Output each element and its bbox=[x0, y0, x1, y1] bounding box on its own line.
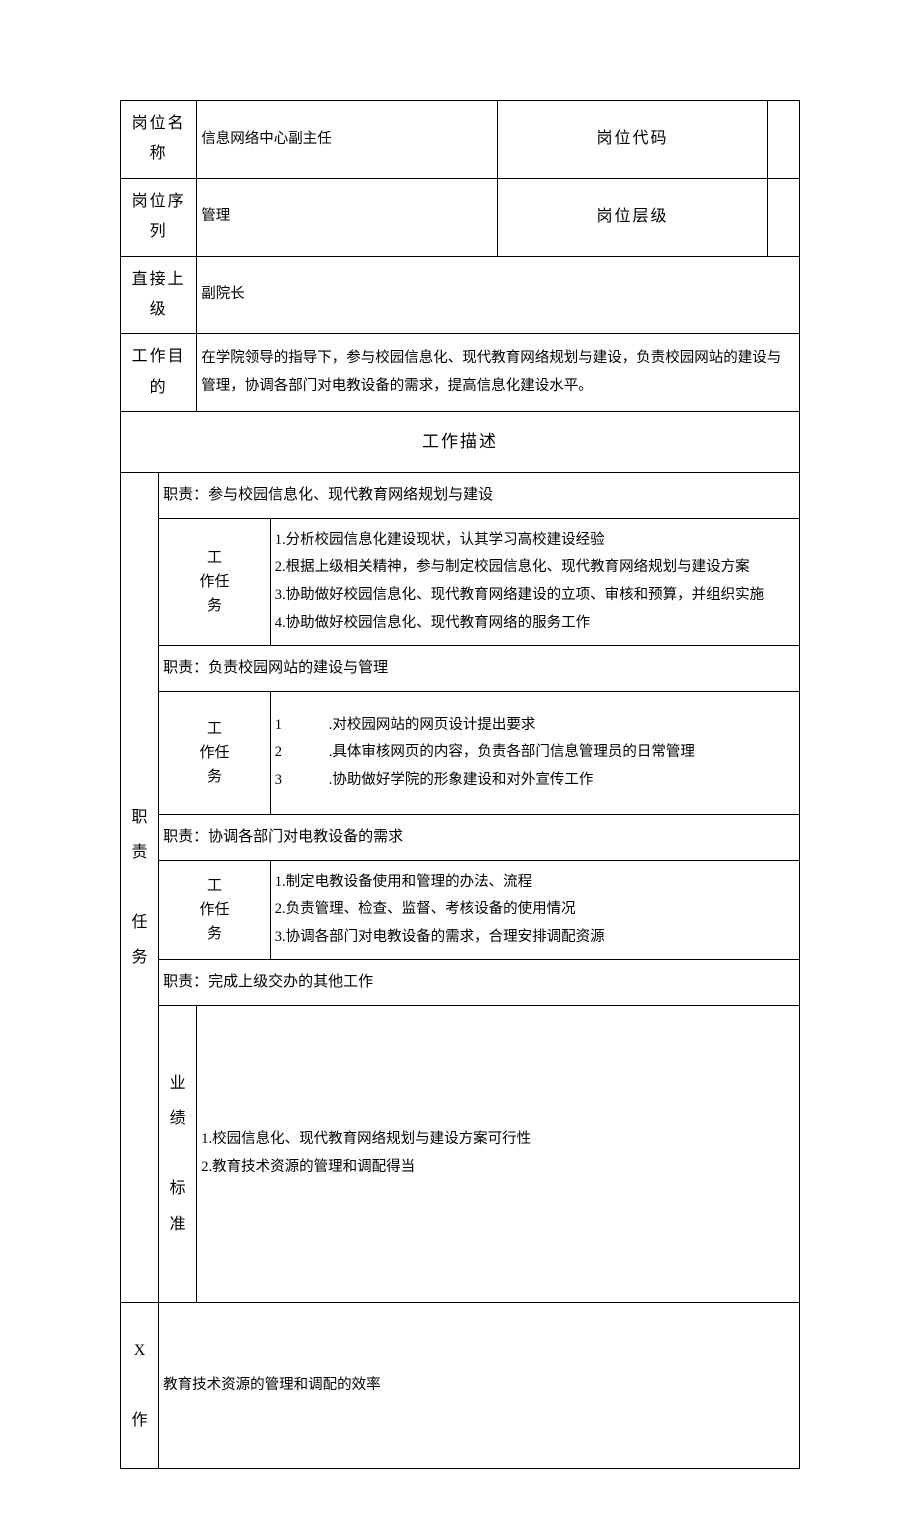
position-level-value bbox=[767, 178, 799, 256]
duties-tasks-label: 职责 任务 bbox=[121, 473, 159, 1302]
task-group-label-1: 工 作任 务 bbox=[159, 518, 271, 645]
supervisor-value: 副院长 bbox=[197, 256, 800, 334]
job-description-section-header: 工作描述 bbox=[121, 412, 800, 473]
position-code-value bbox=[767, 101, 799, 179]
purpose-value: 在学院领导的指导下，参与校园信息化、现代教育网络规划与建设，负责校园网站的建设与… bbox=[197, 334, 800, 412]
duty-3-tasks: 1.制定电教设备使用和管理的办法、流程 2.负责管理、检查、监督、考核设备的使用… bbox=[270, 860, 799, 960]
duty-2-tasks: 1.对校园网站的网页设计提出要求 2.具体审核网页的内容，负责各部门信息管理员的… bbox=[270, 691, 799, 815]
performance-items: 1.校园信息化、现代教育网络规划与建设方案可行性 2.教育技术资源的管理和调配得… bbox=[197, 1005, 800, 1302]
duty-1-title: 职责：参与校园信息化、现代教育网络规划与建设 bbox=[159, 473, 800, 519]
purpose-label: 工作目的 bbox=[121, 334, 197, 412]
x-section-label: X 作 bbox=[121, 1302, 159, 1469]
performance-label: 业绩 标准 bbox=[159, 1005, 197, 1302]
position-level-label: 岗位层级 bbox=[498, 178, 767, 256]
task-group-label-2: 工 作任 务 bbox=[159, 691, 271, 815]
job-description-table: 岗位名称 信息网络中心副主任 岗位代码 岗位序列 管理 岗位层级 直接上级 副院… bbox=[120, 100, 800, 1469]
position-series-value: 管理 bbox=[197, 178, 498, 256]
x-section-value: 教育技术资源的管理和调配的效率 bbox=[159, 1302, 800, 1469]
duty-3-title: 职责：协调各部门对电教设备的需求 bbox=[159, 815, 800, 861]
supervisor-label: 直接上级 bbox=[121, 256, 197, 334]
duty-2-title: 职责：负责校园网站的建设与管理 bbox=[159, 646, 800, 692]
position-name-value: 信息网络中心副主任 bbox=[197, 101, 498, 179]
duty-prefix: 职责： bbox=[163, 487, 208, 503]
task-group-label-3: 工 作任 务 bbox=[159, 860, 271, 960]
duty-1-tasks: 1.分析校园信息化建设现状，认其学习高校建设经验 2.根据上级相关精神，参与制定… bbox=[270, 518, 799, 645]
position-name-label: 岗位名称 bbox=[121, 101, 197, 179]
position-series-label: 岗位序列 bbox=[121, 178, 197, 256]
position-code-label: 岗位代码 bbox=[498, 101, 767, 179]
duty-4-title: 职责：完成上级交办的其他工作 bbox=[159, 960, 800, 1006]
